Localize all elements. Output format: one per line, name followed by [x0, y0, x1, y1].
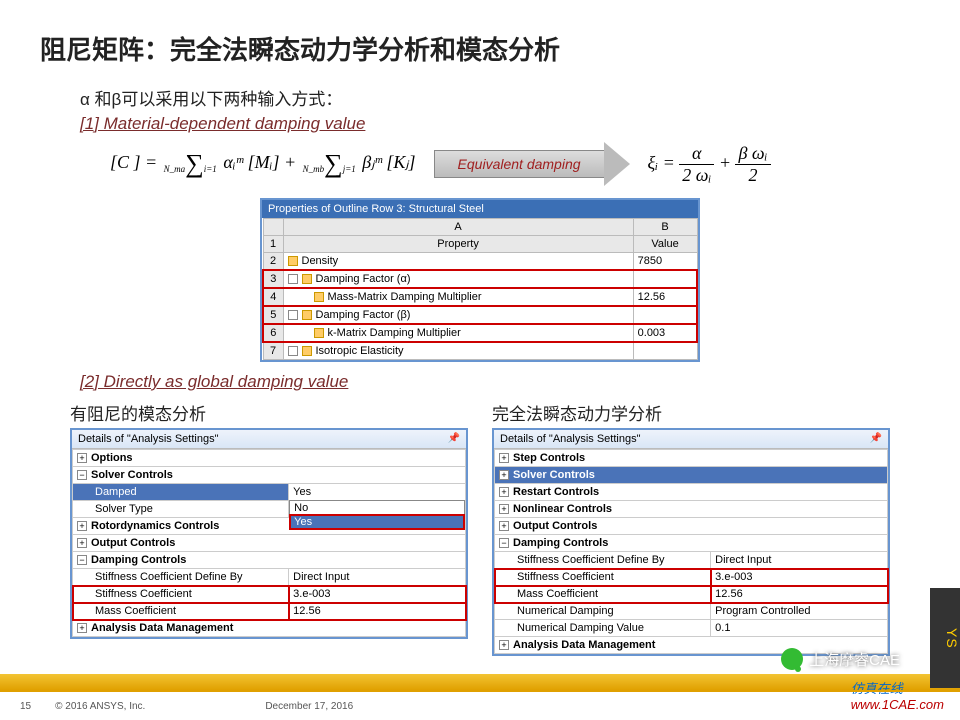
expand-icon[interactable] [288, 346, 298, 356]
ansys-tab: YS [930, 588, 960, 688]
page-number: 15 [20, 701, 31, 712]
details-head: Details of "Analysis Settings" [78, 433, 218, 445]
details-panel-left: Details of "Analysis Settings"📌 +Options… [70, 428, 468, 639]
section-2-label: [2] Directly as global damping value [80, 372, 920, 392]
watermark-wechat: 上海摩睿CAE [781, 648, 900, 670]
dropdown-yes[interactable]: Yes [290, 515, 464, 529]
expand-icon[interactable]: + [77, 453, 87, 463]
damped-dropdown[interactable]: Yes NoYes [289, 484, 466, 501]
stiffness-row[interactable]: Stiffness Coefficient3.e-003 [73, 586, 466, 603]
expand-icon[interactable]: + [499, 640, 509, 650]
wechat-icon [781, 648, 803, 670]
expand-icon[interactable]: + [77, 623, 87, 633]
details-head: Details of "Analysis Settings" [500, 433, 640, 445]
pin-icon[interactable]: 📌 [870, 433, 882, 445]
expand-icon[interactable]: + [499, 521, 509, 531]
right-panel-title: 完全法瞬态动力学分析 [492, 400, 890, 425]
property-icon [314, 292, 324, 302]
equation-xi: ξᵢ = α2 ωᵢ + β ωᵢ2 [648, 143, 771, 186]
table-row: 6k-Matrix Damping Multiplier0.003 [263, 324, 697, 342]
equation-row: [C ] = N_ma∑i=1 αᵢᵐ [Mᵢ] + N_mb∑j=1 βⱼᵐ … [110, 142, 920, 186]
property-icon [302, 310, 312, 320]
expand-icon[interactable]: + [499, 487, 509, 497]
details-panel-right: Details of "Analysis Settings"📌 +Step Co… [492, 428, 890, 656]
mass-row[interactable]: Mass Coefficient12.56 [495, 586, 888, 603]
properties-title: Properties of Outline Row 3: Structural … [262, 200, 698, 218]
section-1-label: [1] Material-dependent damping value [80, 114, 920, 134]
damped-field[interactable]: Damped [73, 484, 289, 501]
expand-icon[interactable]: − [499, 538, 509, 548]
solver-controls-selected[interactable]: +Solver Controls [495, 467, 888, 484]
mass-row[interactable]: Mass Coefficient12.56 [73, 603, 466, 620]
expand-icon[interactable]: + [77, 521, 87, 531]
table-row: 5Damping Factor (β) [263, 306, 697, 324]
intro-text: α 和β可以采用以下两种输入方式： [80, 85, 920, 110]
expand-icon[interactable] [288, 274, 298, 284]
expand-icon[interactable]: + [77, 538, 87, 548]
gold-band [0, 674, 960, 690]
expand-icon[interactable]: + [499, 504, 509, 514]
footer-date: December 17, 2016 [265, 701, 353, 712]
table-row: 4Mass-Matrix Damping Multiplier12.56 [263, 288, 697, 306]
expand-icon[interactable]: + [499, 453, 509, 463]
expand-icon[interactable] [288, 310, 298, 320]
property-icon [302, 274, 312, 284]
property-icon [302, 346, 312, 356]
table-row: 2Density7850 [263, 253, 697, 271]
page-title: 阻尼矩阵：完全法瞬态动力学分析和模态分析 [40, 30, 920, 67]
left-panel-title: 有阻尼的模态分析 [70, 400, 468, 425]
copyright: © 2016 ANSYS, Inc. [55, 701, 145, 712]
table-row: 3Damping Factor (α) [263, 270, 697, 288]
property-icon [288, 256, 298, 266]
table-row: 7Isotropic Elasticity [263, 342, 697, 360]
stiffness-row[interactable]: Stiffness Coefficient3.e-003 [495, 569, 888, 586]
expand-icon[interactable]: − [77, 555, 87, 565]
property-icon [314, 328, 324, 338]
footer: 15 © 2016 ANSYS, Inc. December 17, 2016 [0, 690, 960, 720]
arrow-equivalent-damping: Equivalent damping [434, 142, 630, 186]
properties-panel: Properties of Outline Row 3: Structural … [260, 198, 700, 362]
equation-c: [C ] = N_ma∑i=1 αᵢᵐ [Mᵢ] + N_mb∑j=1 βⱼᵐ … [110, 151, 416, 177]
pin-icon[interactable]: 📌 [448, 433, 460, 445]
expand-icon[interactable]: − [77, 470, 87, 480]
